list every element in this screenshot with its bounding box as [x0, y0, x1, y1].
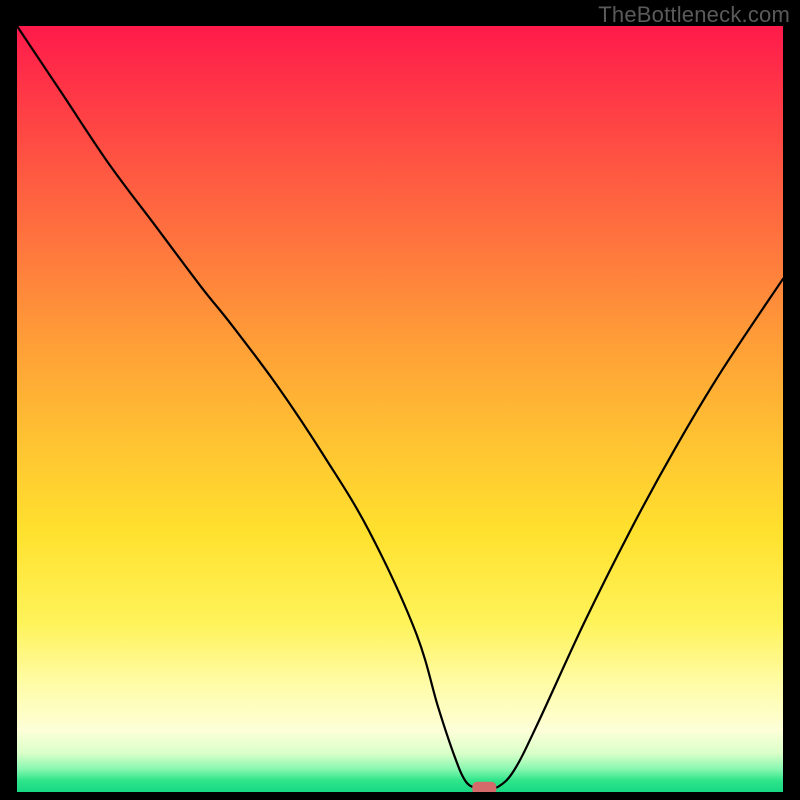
watermark-text: TheBottleneck.com	[598, 2, 790, 28]
bottleneck-curve	[17, 26, 783, 789]
chart-overlay-svg	[17, 26, 783, 792]
plot-area	[17, 26, 783, 792]
chart-container: TheBottleneck.com	[0, 0, 800, 800]
optimal-marker	[472, 782, 496, 792]
